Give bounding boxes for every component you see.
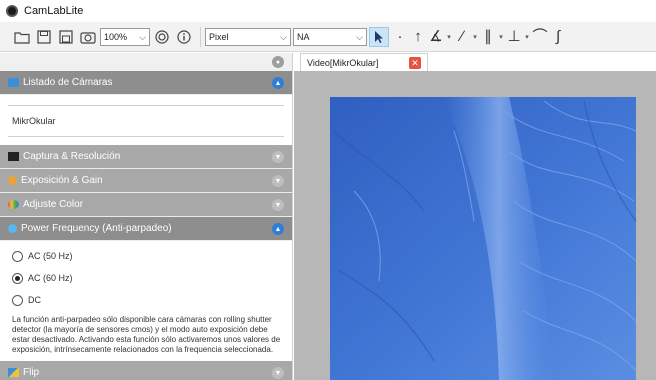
chevron-down-icon[interactable]: ▾ — [523, 33, 531, 41]
section-color[interactable]: Adjuste Color ▼ — [0, 193, 292, 217]
chevron-down-icon[interactable]: ▼ — [272, 151, 284, 163]
section-power-frequency[interactable]: Power Frequency (Anti-parpadeo) ▲ — [0, 217, 292, 241]
app-logo-icon — [6, 5, 18, 17]
chevron-down-icon: ⌵ — [280, 31, 287, 42]
radio-button[interactable] — [12, 294, 23, 306]
angle-tool-icon[interactable]: ∡ — [427, 27, 445, 47]
chevron-down-icon[interactable]: ▾ — [471, 33, 479, 41]
objective-select[interactable]: NA ⌵ — [293, 27, 367, 46]
help-text: La función anti-parpadeo sólo disponible… — [12, 315, 281, 354]
toolbar-separator — [200, 26, 201, 47]
section-flip[interactable]: Flip ▼ — [0, 361, 292, 380]
pointer-icon[interactable] — [369, 26, 389, 47]
app-title: CamLabLite — [24, 5, 84, 17]
section-label: Power Frequency (Anti-parpadeo) — [21, 223, 172, 234]
chevron-up-icon[interactable]: ▲ — [272, 223, 284, 235]
viewer-area: Video[MikrOkular] ✕ — [294, 53, 656, 380]
curve-tool-icon[interactable]: ∫ — [549, 27, 567, 47]
radio-ac-60[interactable]: AC (60 Hz) — [12, 267, 282, 289]
settings-icon[interactable] — [152, 27, 172, 47]
radio-button-checked[interactable] — [12, 272, 23, 284]
chevron-down-icon[interactable]: ▾ — [445, 33, 453, 41]
chevron-down-icon[interactable]: ▼ — [272, 367, 284, 379]
power-body: AC (50 Hz) AC (60 Hz) DC La función anti… — [0, 241, 292, 361]
settings-panel: ● Listado de Cámaras ▲ MikrOkular Captur… — [0, 53, 293, 380]
section-label: Adjuste Color — [23, 199, 84, 210]
parallel-tool-icon[interactable]: ∥ — [479, 27, 497, 47]
power-frequency-icon — [8, 224, 17, 233]
zoom-select[interactable]: 100% ⌵ — [100, 27, 150, 46]
cameras-body: MikrOkular — [0, 95, 292, 145]
section-exposure[interactable]: Exposición & Gain ▼ — [0, 169, 292, 193]
info-icon[interactable] — [174, 27, 194, 47]
save-icon[interactable] — [34, 27, 54, 47]
tab-label: Video[MikrOkular] — [307, 57, 379, 68]
panel-header: ● — [0, 53, 292, 71]
section-label: Flip — [23, 367, 40, 378]
objective-value: NA — [297, 31, 310, 42]
radio-label: AC (50 Hz) — [28, 251, 73, 261]
chevron-down-icon[interactable]: ▼ — [272, 199, 284, 211]
chevron-down-icon[interactable]: ▾ — [497, 33, 505, 41]
section-label: Listado de Cámaras — [23, 77, 113, 88]
section-label: Exposición & Gain — [21, 175, 103, 186]
radio-button[interactable] — [12, 250, 23, 262]
zoom-value: 100% — [104, 31, 128, 42]
collapse-all-icon[interactable]: ● — [272, 56, 284, 68]
line-tool-icon[interactable]: ∕ — [453, 27, 471, 47]
toolbar: 100% ⌵ Pixel ⌵ NA ⌵ · ↑ ∡ ▾ ∕ ▾ ∥ ▾ ⊥ ▾ … — [0, 22, 656, 52]
radio-ac-50[interactable]: AC (50 Hz) — [12, 245, 282, 267]
section-label: Captura & Resolución — [23, 151, 121, 162]
radio-label: DC — [28, 295, 41, 305]
close-icon[interactable]: ✕ — [409, 57, 421, 69]
exposure-icon — [8, 176, 17, 185]
unit-select[interactable]: Pixel ⌵ — [205, 27, 291, 46]
camera-list-icon — [8, 78, 19, 87]
capture-icon — [8, 152, 19, 161]
camera-item[interactable]: MikrOkular — [8, 105, 284, 137]
unit-value: Pixel — [209, 31, 229, 42]
tab-video[interactable]: Video[MikrOkular] ✕ — [300, 53, 428, 71]
color-palette-icon — [8, 200, 19, 209]
arc-tool-icon[interactable]: ⌒ — [531, 27, 549, 47]
snapshot-icon[interactable] — [78, 27, 98, 47]
arrow-tool-icon[interactable]: ↑ — [409, 27, 427, 47]
perpendicular-tool-icon[interactable]: ⊥ — [505, 27, 523, 47]
folder-icon[interactable] — [12, 27, 32, 47]
radio-dc[interactable]: DC — [12, 289, 282, 311]
section-cameras[interactable]: Listado de Cámaras ▲ — [0, 71, 292, 95]
title-bar: CamLabLite — [0, 0, 656, 22]
microscope-image — [330, 97, 637, 380]
flip-icon — [8, 368, 19, 377]
chevron-down-icon[interactable]: ▼ — [272, 175, 284, 187]
chevron-down-icon: ⌵ — [356, 31, 363, 42]
video-viewport[interactable] — [294, 71, 656, 380]
radio-label: AC (60 Hz) — [28, 273, 73, 283]
chevron-down-icon: ⌵ — [139, 31, 146, 42]
chevron-up-icon[interactable]: ▲ — [272, 77, 284, 89]
dot-tool-icon[interactable]: · — [391, 27, 409, 47]
section-capture[interactable]: Captura & Resolución ▼ — [0, 145, 292, 169]
save-all-icon[interactable] — [56, 27, 76, 47]
